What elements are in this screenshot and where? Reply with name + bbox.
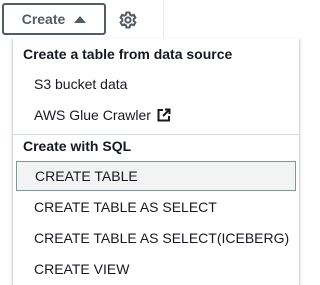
menu-item-label: S3 bucket data	[34, 76, 128, 92]
menu-item-label: CREATE TABLE AS SELECT	[34, 199, 217, 215]
toolbar-divider	[163, 0, 164, 38]
menu-item-create-table[interactable]: CREATE TABLE	[16, 161, 296, 191]
group-title-sql: Create with SQL	[13, 134, 299, 156]
external-link-icon	[157, 108, 171, 122]
gear-icon	[119, 11, 137, 29]
create-button-label: Create	[21, 11, 66, 27]
menu-item-create-table-as-select-iceberg[interactable]: CREATE TABLE AS SELECT(ICEBERG)	[13, 223, 299, 253]
menu-item-aws-glue-crawler[interactable]: AWS Glue Crawler	[13, 100, 299, 130]
create-button[interactable]: Create	[2, 3, 106, 35]
menu-item-label: CREATE TABLE AS SELECT(ICEBERG)	[34, 230, 290, 246]
menu-item-label: AWS Glue Crawler	[34, 107, 151, 123]
create-dropdown-menu: Create a table from data source S3 bucke…	[12, 39, 300, 285]
group-title-data-source: Create a table from data source	[23, 46, 233, 62]
menu-item-create-view[interactable]: CREATE VIEW	[13, 254, 299, 284]
caret-up-icon	[74, 15, 87, 23]
menu-item-create-table-as-select[interactable]: CREATE TABLE AS SELECT	[13, 192, 299, 222]
settings-button[interactable]	[116, 8, 140, 32]
menu-item-label: CREATE VIEW	[34, 261, 130, 277]
menu-item-s3-bucket-data[interactable]: S3 bucket data	[13, 69, 299, 99]
toolbar: Create	[0, 0, 301, 38]
screen: Create Create a table from data source S…	[0, 0, 301, 285]
menu-item-label: CREATE TABLE	[35, 168, 138, 184]
